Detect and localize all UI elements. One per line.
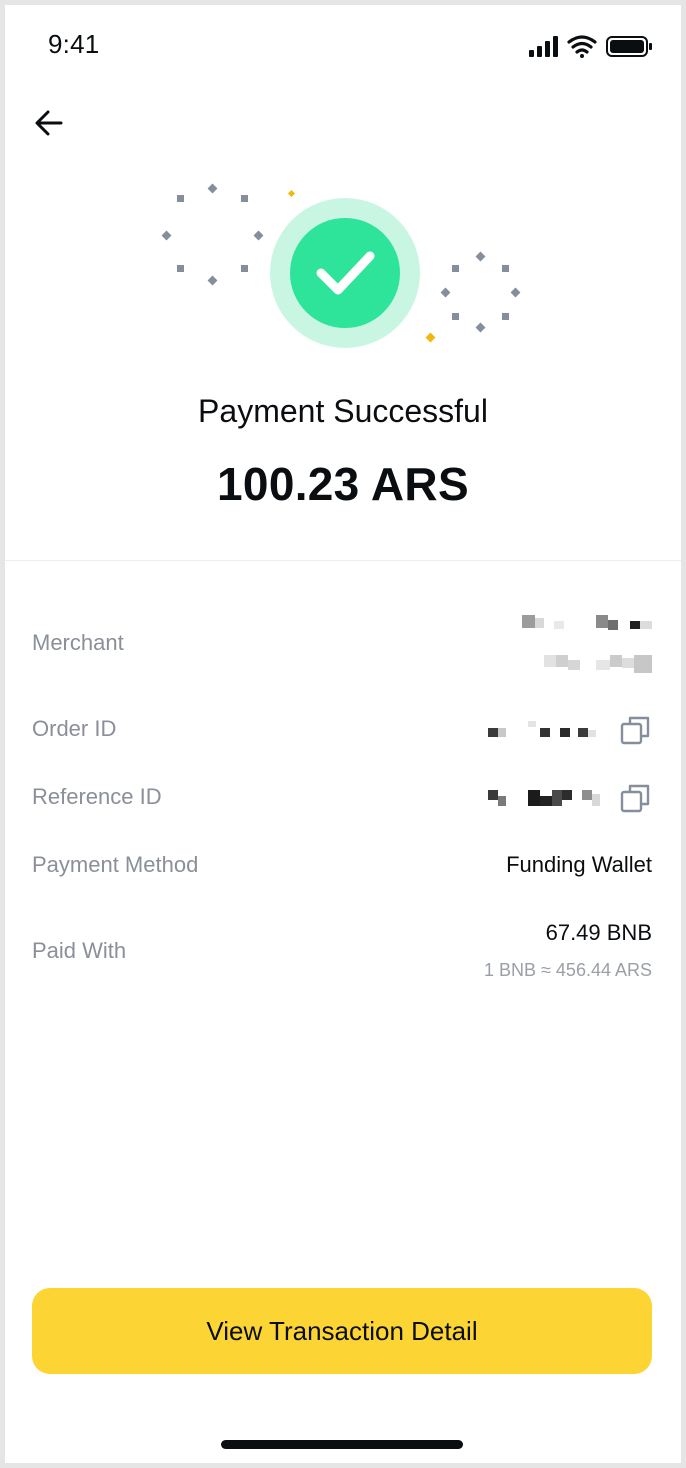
order-id-redacted[interactable]	[488, 718, 608, 742]
view-transaction-detail-button[interactable]: View Transaction Detail	[32, 1288, 652, 1374]
order-id-row: Order ID	[32, 710, 652, 750]
decorative-dots-left	[161, 183, 264, 286]
cellular-signal-icon	[529, 36, 558, 57]
reference-id-label: Reference ID	[32, 784, 162, 809]
merchant-row: Merchant	[32, 610, 652, 690]
copy-icon[interactable]	[620, 714, 652, 746]
section-divider	[5, 560, 681, 561]
paid-with-label: Paid With	[32, 938, 127, 963]
arrow-left-icon	[35, 110, 63, 136]
success-illustration	[161, 183, 521, 348]
paid-with-value: 67.49 BNB	[545, 920, 652, 945]
paid-with-row: Paid With 67.49 BNB 1 BNB ≈ 456.44 ARS	[32, 918, 652, 988]
result-title: Payment Successful	[198, 393, 488, 429]
wifi-icon	[567, 35, 597, 58]
merchant-name-redacted	[522, 615, 652, 673]
copy-icon[interactable]	[620, 782, 652, 814]
payment-method-label: Payment Method	[32, 852, 199, 877]
status-icons	[529, 35, 652, 58]
home-indicator	[221, 1440, 463, 1449]
merchant-label: Merchant	[32, 630, 124, 655]
payment-method-row: Payment Method Funding Wallet	[32, 850, 652, 886]
payment-amount: 100.23 ARS	[217, 458, 469, 510]
reference-id-redacted[interactable]	[488, 784, 608, 808]
back-button[interactable]	[29, 101, 73, 145]
view-transaction-detail-label: View Transaction Detail	[206, 1315, 478, 1346]
exchange-rate: 1 BNB ≈ 456.44 ARS	[484, 960, 652, 980]
battery-icon	[606, 36, 652, 57]
order-id-label: Order ID	[32, 716, 117, 741]
payment-success-screen: 9:41 Payment Successful 100.23 ARS Merch…	[5, 5, 681, 1463]
status-time: 9:41	[48, 29, 100, 59]
checkmark-circle-icon	[290, 218, 400, 328]
decorative-dots-right	[440, 251, 521, 333]
payment-method-value: Funding Wallet	[506, 852, 652, 877]
reference-id-row: Reference ID	[32, 778, 652, 818]
